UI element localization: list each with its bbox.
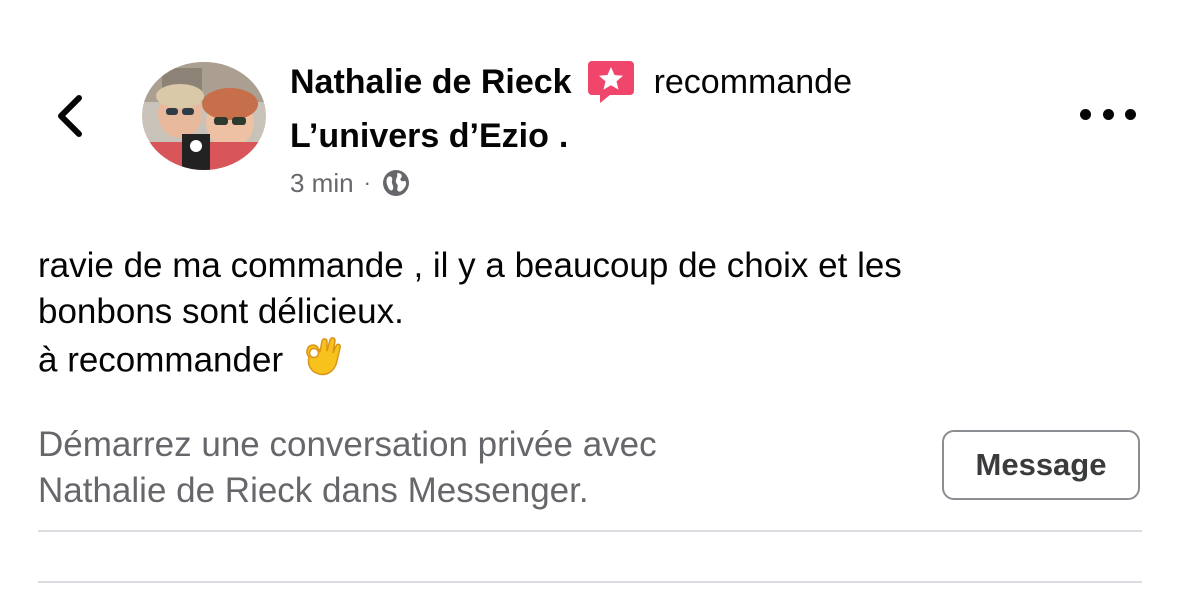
- ok-hand-emoji-icon: [301, 335, 343, 389]
- post-body: ravie de ma commande , il y a beaucoup d…: [38, 243, 1148, 389]
- recommended-page-name[interactable]: L’univers d’Ezio: [290, 117, 549, 156]
- more-options-button[interactable]: [1080, 96, 1136, 132]
- post-header: Nathalie de Rieck recommande: [290, 56, 852, 108]
- divider: [38, 530, 1142, 532]
- messenger-prompt: Démarrez une conversation privée avec Na…: [38, 422, 918, 514]
- post-meta: 3 min ·: [290, 165, 411, 201]
- profile-photo-icon: [142, 62, 266, 170]
- page-name-suffix: .: [558, 116, 569, 155]
- recommend-action-text: recommande: [653, 62, 852, 101]
- chevron-left-icon: [58, 95, 82, 137]
- post-text-line: ravie de ma commande , il y a beaucoup d…: [38, 246, 902, 285]
- more-horizontal-icon: [1080, 108, 1091, 120]
- timestamp[interactable]: 3 min: [290, 168, 354, 199]
- post-text-line: bonbons sont délicieux.: [38, 292, 404, 331]
- page-line: L’univers d’Ezio .: [290, 112, 568, 160]
- meta-separator: ·: [363, 170, 371, 195]
- more-horizontal-icon: [1102, 108, 1114, 120]
- author-name[interactable]: Nathalie de Rieck: [290, 63, 572, 102]
- post-text-line: à recommander: [38, 335, 1148, 389]
- messenger-prompt-line: Démarrez une conversation privée avec: [38, 425, 657, 464]
- messenger-prompt-line: Nathalie de Rieck dans Messenger.: [38, 471, 589, 510]
- post-text-line-text: à recommander: [38, 340, 284, 380]
- avatar[interactable]: [142, 62, 266, 170]
- globe-icon: [381, 168, 411, 198]
- divider: [38, 581, 1142, 583]
- back-button[interactable]: [44, 88, 96, 144]
- more-horizontal-icon: [1125, 108, 1136, 120]
- message-button[interactable]: Message: [942, 430, 1140, 500]
- review-post: Nathalie de Rieck recommande L’univers d…: [0, 0, 1179, 590]
- recommend-star-icon: [586, 59, 636, 105]
